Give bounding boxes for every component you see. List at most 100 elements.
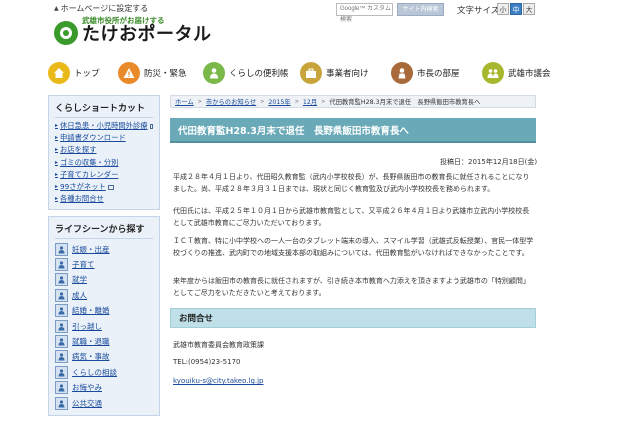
shortcut-panel: くらしショートカット ▸ 休日急患・小児時間外診療 ▸ 申請書ダウンロード ▸ お店を探す…	[48, 95, 160, 211]
lifescene-item[interactable]: 就学	[55, 272, 153, 287]
breadcrumb-separator-icon: >	[294, 98, 299, 105]
lifescene-icon	[55, 319, 68, 333]
lifescene-label: 子育て	[72, 260, 95, 269]
lifescene-item[interactable]: 結婚・離婚	[55, 303, 153, 318]
font-size-large-button[interactable]: 大	[523, 3, 535, 15]
shortcut-label: 99さがネット	[60, 182, 106, 192]
search-input[interactable]: Google™ カスタム検索	[336, 3, 393, 23]
nav-business-label: 事業者向け	[326, 69, 369, 79]
mayor-icon	[391, 62, 413, 84]
lifescene-label: 結婚・離婚	[72, 306, 110, 316]
lifescene-item[interactable]: 妊娠・出産	[55, 241, 153, 256]
city-emblem-icon	[54, 20, 78, 45]
article-paragraph: 平成２８年４月１日より、代田昭久教育監（武内小学校校長）が、長野県飯田市の教育長…	[173, 173, 530, 194]
home-icon	[48, 62, 70, 84]
lifescene-icon	[55, 304, 68, 318]
bullet-icon: ▸	[55, 183, 59, 191]
font-size-small-button[interactable]: 小	[497, 3, 509, 15]
lifescene-icon	[55, 258, 68, 271]
shortcut-item[interactable]: ▸ ゴミの収集・分別	[55, 157, 153, 169]
shortcut-label: 子育てカレンダー	[60, 169, 119, 179]
external-link-icon	[149, 123, 153, 129]
shortcut-list: ▸ 休日急患・小児時間外診療 ▸ 申請書ダウンロード ▸ お店を探す ▸ ゴミの収集・分別 ▸ 子…	[55, 120, 153, 205]
page-title: 代田教育監H28.3月末で退任 長野県飯田市教育長へ	[170, 118, 536, 143]
lifescene-item[interactable]: 引っ越し	[55, 318, 153, 333]
bullet-icon: ▸	[55, 195, 59, 203]
shortcut-label: 申請書ダウンロード	[60, 133, 126, 143]
shortcut-label: ゴミの収集・分別	[60, 157, 119, 167]
article-paragraph: 代田氏には、平成２５年１０月１日から武雄市教育監として、又平成２６年４月１日より…	[173, 207, 530, 228]
lifescene-item[interactable]: 公共交通	[55, 395, 153, 410]
nav-living[interactable]: くらしの便利帳	[203, 60, 300, 86]
global-nav: トップ 防災・緊急 くらしの便利帳 事業者向け 市長の部屋 武雄市議会	[48, 60, 588, 86]
lifescene-list: 妊娠・出産子育て就学成人結婚・離婚引っ越し就職・退職病気・事故くらしの相談 お悔や…	[55, 241, 153, 410]
lifescene-label: 公共交通	[72, 398, 102, 408]
set-homepage-label: ホームページに設定する	[60, 4, 149, 13]
lifescene-icon	[55, 334, 68, 348]
contact-phone: TEL:(0954)23-5170	[173, 358, 241, 366]
site-search-button[interactable]: サイト内検索	[397, 3, 444, 16]
breadcrumb-current: 代田教育監H28.3月末で退任 長野県飯田市教育長へ	[329, 99, 481, 106]
lifescene-item[interactable]: 病気・事故	[55, 349, 153, 364]
lifescene-item[interactable]: くらしの相談	[55, 365, 153, 380]
bullet-icon: ▸	[55, 158, 59, 166]
lifescene-icon	[55, 273, 68, 287]
shortcut-item[interactable]: ▸ 子育てカレンダー	[55, 169, 153, 181]
lifescene-icon	[55, 350, 68, 364]
nav-living-label: くらしの便利帳	[229, 69, 289, 79]
site-logo[interactable]: 武雄市役所がお届けする たけおポータル	[54, 16, 212, 45]
triangle-icon: ▲	[54, 5, 59, 12]
bullet-icon: ▸	[55, 146, 59, 154]
article-paragraph: 来年度からは飯田市の教育長に就任されますが、引き続き本市教育へ力添えを頂きますよ…	[173, 277, 530, 298]
lifescene-label: 病気・事故	[72, 352, 110, 362]
breadcrumb-link[interactable]: 2015年	[268, 97, 290, 106]
font-size-label: 文字サイズ	[457, 6, 500, 16]
sidebar: くらしショートカット ▸ 休日急患・小児時間外診療 ▸ 申請書ダウンロード ▸ お店を探す…	[48, 95, 160, 416]
posted-date: 投稿日：2015年12月18日(金)	[440, 158, 538, 166]
set-homepage-link[interactable]: ▲ ホームページに設定する	[54, 3, 148, 14]
lifescene-item[interactable]: 子育て	[55, 257, 153, 272]
font-size-medium-button[interactable]: 中	[510, 3, 522, 15]
breadcrumb-link[interactable]: ホーム	[175, 97, 194, 106]
shortcut-label: 各種お問合せ	[60, 194, 104, 204]
lifescene-label: 妊娠・出産	[72, 244, 110, 254]
breadcrumb-link[interactable]: 12月	[303, 97, 317, 106]
breadcrumb-link[interactable]: 市からのお知らせ	[206, 97, 256, 106]
lifescene-item[interactable]: お悔やみ	[55, 380, 153, 395]
lifescene-label: くらしの相談	[72, 367, 117, 377]
shortcut-item[interactable]: ▸ 申請書ダウンロード	[55, 132, 153, 144]
nav-top[interactable]: トップ	[48, 60, 118, 86]
lifescene-label: 成人	[72, 290, 87, 300]
breadcrumb-separator-icon: >	[321, 98, 326, 105]
lifescene-icon	[55, 381, 68, 395]
lifescene-icon	[55, 288, 68, 302]
article-paragraph: ＩＣＴ教育、特に小中学校への一人一台のタブレット端末の導入、スマイル学習（武雄式…	[173, 237, 534, 258]
lifescene-panel: ライフシーンから探す 妊娠・出産 子育て 就学 成人 結婚・離婚 引っ越し 就職・退職 病気・…	[48, 216, 160, 416]
nav-mayor[interactable]: 市長の部屋	[391, 60, 482, 86]
breadcrumb: ホーム > 市からのお知らせ >2015年 >12月 > 代田教育監H28.3月末で退任 長…	[170, 95, 536, 108]
breadcrumb-separator-icon: >	[197, 98, 202, 105]
shortcut-item[interactable]: ▸ 各種お問合せ	[55, 193, 153, 205]
lifescene-label: お悔やみ	[72, 383, 102, 393]
bullet-icon: ▸	[55, 122, 59, 129]
logo-title: たけおポータル	[82, 24, 212, 45]
council-icon	[482, 62, 504, 84]
nav-top-label: トップ	[74, 69, 100, 79]
lifescene-icon	[55, 242, 68, 256]
lifescene-label: 引っ越し	[72, 321, 102, 331]
shortcut-item[interactable]: ▸ 休日急患・小児時間外診療	[55, 120, 153, 132]
lifescene-item[interactable]: 成人	[55, 288, 153, 303]
nav-business[interactable]: 事業者向け	[300, 60, 391, 86]
lifescene-item[interactable]: 就職・退職	[55, 334, 153, 349]
contact-email-link[interactable]: kyouiku-s@city.takeo.lg.jp	[173, 377, 264, 385]
breadcrumb-separator-icon: >	[260, 98, 265, 105]
lifescene-icon	[55, 396, 68, 410]
nav-council[interactable]: 武雄市議会	[482, 60, 572, 86]
shortcut-item[interactable]: ▸ お店を探す	[55, 144, 153, 156]
site-header: ▲ ホームページに設定する 武雄市役所がお届けする たけおポータル Google…	[0, 0, 640, 58]
contact-heading: お問合せ	[170, 308, 536, 328]
person-icon	[203, 62, 225, 84]
shortcut-item[interactable]: ▸ 99さがネット	[55, 181, 153, 193]
nav-disaster[interactable]: 防災・緊急	[118, 60, 203, 86]
bullet-icon: ▸	[55, 170, 59, 178]
